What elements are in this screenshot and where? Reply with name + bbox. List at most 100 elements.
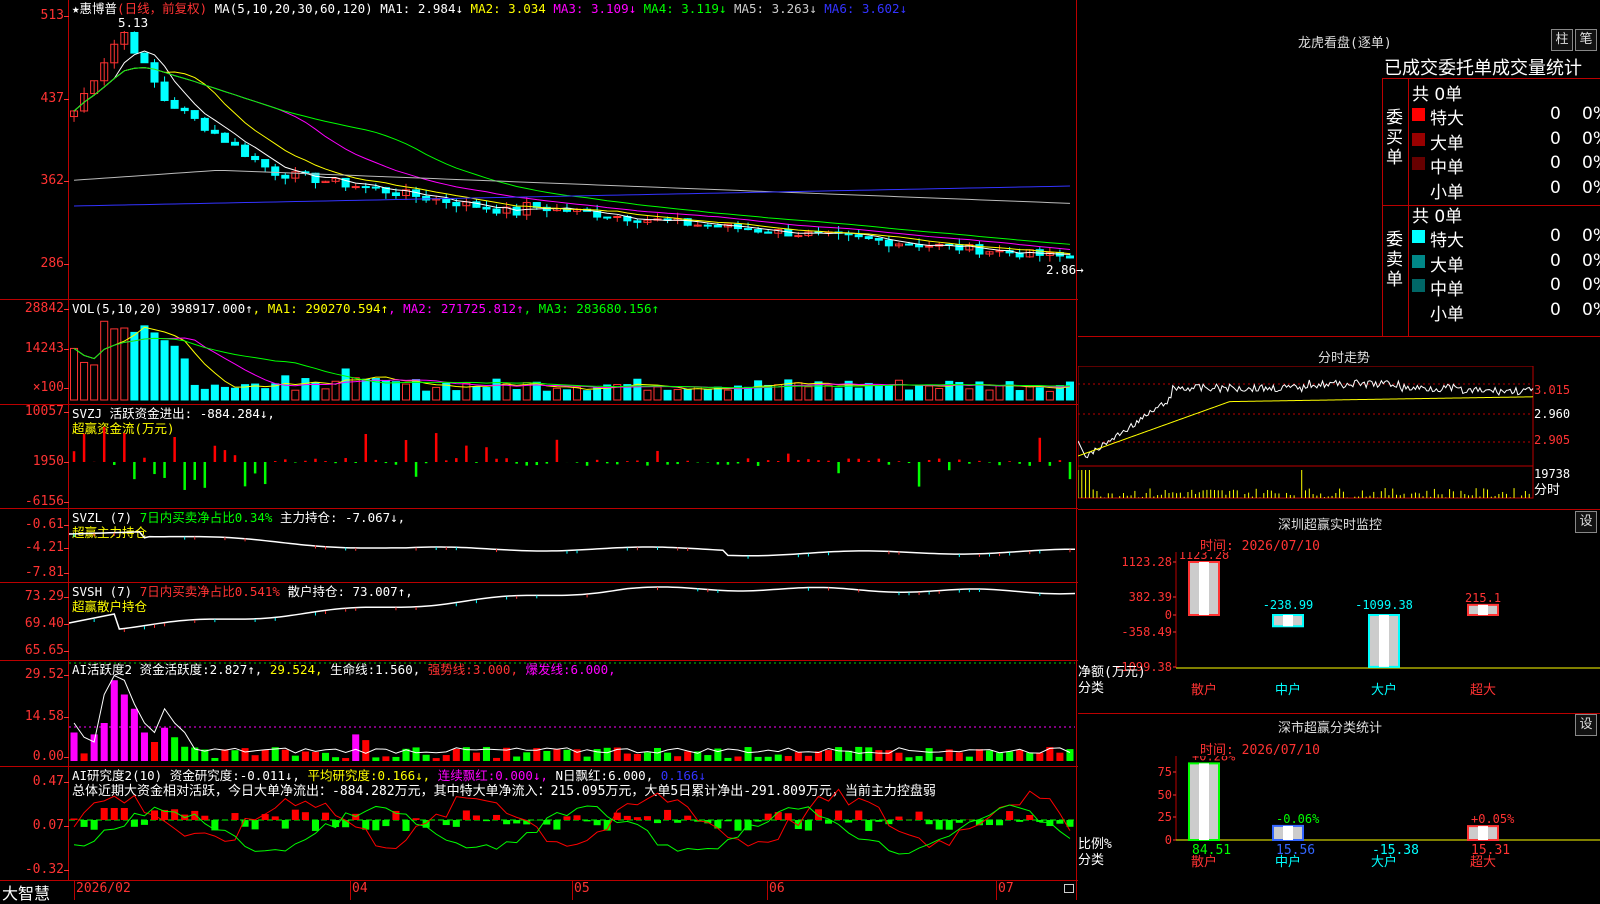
- candle[interactable]: [443, 194, 450, 209]
- svsh-chart[interactable]: [69, 583, 1075, 660]
- monitor-bar-label: 215.1: [1465, 591, 1501, 605]
- candle[interactable]: [211, 125, 218, 134]
- candle[interactable]: [171, 97, 178, 109]
- candle[interactable]: [966, 242, 973, 252]
- candle[interactable]: [151, 59, 158, 88]
- bar-mode-button[interactable]: 柱: [1551, 29, 1573, 51]
- candle[interactable]: [1036, 247, 1043, 261]
- candle[interactable]: [423, 190, 430, 202]
- candle[interactable]: [322, 181, 329, 183]
- candle[interactable]: [111, 40, 118, 69]
- chart-area[interactable]: ★惠博普(日线，前复权) MA(5,10,20,30,60,120) MA1: …: [0, 0, 1078, 900]
- y-tick: 73.29: [0, 589, 64, 604]
- candle[interactable]: [523, 197, 530, 220]
- lock-icon[interactable]: [1064, 884, 1074, 893]
- candle[interactable]: [201, 117, 208, 132]
- candle[interactable]: [221, 132, 228, 142]
- monitor-bar[interactable]: -1099.38: [1355, 598, 1413, 667]
- candle[interactable]: [463, 198, 470, 212]
- svzl-chart[interactable]: [69, 509, 1075, 582]
- volume-bar: [543, 391, 550, 400]
- activity-bar: [584, 757, 591, 761]
- order-row[interactable]: 特大00%: [1410, 226, 1600, 248]
- candle[interactable]: [1046, 247, 1053, 261]
- candle[interactable]: [845, 231, 852, 241]
- order-row[interactable]: 大单00%: [1410, 251, 1600, 273]
- candle[interactable]: [252, 153, 259, 162]
- y-tick: 0.47: [0, 774, 64, 789]
- monitor-settings-button[interactable]: 设: [1575, 511, 1597, 533]
- activity-bar: [543, 751, 550, 761]
- research-bar: [644, 816, 651, 820]
- order-row[interactable]: 大单00%: [1410, 129, 1600, 151]
- candle[interactable]: [282, 173, 289, 184]
- candle[interactable]: [352, 184, 359, 190]
- candlestick-chart[interactable]: [69, 14, 1075, 298]
- candle[interactable]: [926, 241, 933, 252]
- candle[interactable]: [493, 205, 500, 216]
- order-row[interactable]: 中单00%: [1410, 275, 1600, 297]
- activity-bar: [604, 748, 611, 761]
- candle[interactable]: [614, 215, 621, 222]
- order-row[interactable]: 小单00%: [1410, 300, 1600, 322]
- research-bar: [372, 820, 379, 830]
- candle[interactable]: [644, 216, 651, 225]
- monitor-bar[interactable]: 1123.28: [1179, 552, 1230, 615]
- candle[interactable]: [986, 251, 993, 257]
- candle[interactable]: [101, 58, 108, 85]
- candle[interactable]: [483, 201, 490, 213]
- ai-activity-chart[interactable]: [69, 661, 1075, 766]
- candle[interactable]: [231, 138, 238, 146]
- research-bar: [1056, 820, 1063, 824]
- ai-research-chart[interactable]: [69, 767, 1075, 880]
- candle[interactable]: [694, 222, 701, 227]
- candle[interactable]: [242, 142, 249, 157]
- classify-bar[interactable]: -15.38: [1372, 843, 1419, 858]
- order-row[interactable]: 特大00%: [1410, 104, 1600, 126]
- candle[interactable]: [181, 106, 188, 113]
- tick-mode-button[interactable]: 笔: [1575, 29, 1597, 51]
- activity-bar: [1026, 753, 1033, 761]
- classify-settings-button[interactable]: 设: [1575, 714, 1597, 736]
- y-tick: -0.61: [0, 517, 64, 532]
- candle[interactable]: [785, 224, 792, 236]
- candle[interactable]: [161, 76, 168, 101]
- candle[interactable]: [634, 219, 641, 229]
- candle[interactable]: [865, 236, 872, 240]
- classify-bar[interactable]: +0.05%15.31: [1468, 812, 1515, 858]
- candle[interactable]: [594, 205, 601, 221]
- volume-bar: [1026, 386, 1033, 400]
- candle[interactable]: [71, 110, 78, 122]
- activity-bar: [382, 756, 389, 761]
- candle[interactable]: [191, 110, 198, 121]
- svzj-chart[interactable]: [69, 405, 1075, 508]
- candle[interactable]: [604, 217, 611, 220]
- candle[interactable]: [936, 243, 943, 251]
- monitor-bar[interactable]: 215.1: [1465, 591, 1501, 615]
- candle[interactable]: [946, 243, 953, 249]
- monitor-bar-chart[interactable]: 1123.28382.390-358.49-1099.38净额(万元)分类散户中…: [1078, 552, 1600, 712]
- classify-bar[interactable]: -0.06%15.56: [1273, 812, 1320, 858]
- candle[interactable]: [875, 238, 882, 245]
- candle[interactable]: [1016, 249, 1023, 260]
- research-bar: [574, 815, 581, 820]
- candle[interactable]: [996, 245, 1003, 257]
- monitor-bar[interactable]: -238.99: [1263, 598, 1314, 626]
- intraday-chart[interactable]: 3.0152.9602.90519738分时: [1078, 366, 1600, 510]
- classify-bar-chart[interactable]: 7550250比例%分类散户中户大户超大+0.28%84.51-0.06%15.…: [1078, 756, 1600, 900]
- candle[interactable]: [121, 31, 128, 50]
- candle[interactable]: [895, 242, 902, 248]
- candle[interactable]: [262, 160, 269, 173]
- research-bar: [684, 816, 691, 820]
- volume-chart[interactable]: [69, 300, 1075, 404]
- order-row[interactable]: 小单00%: [1410, 178, 1600, 200]
- y-tick: 28842: [0, 301, 64, 316]
- classify-bar[interactable]: +0.28%84.51: [1189, 756, 1236, 858]
- candle[interactable]: [543, 204, 550, 217]
- activity-bar: [433, 758, 440, 761]
- candle[interactable]: [976, 241, 983, 258]
- order-row[interactable]: 中单00%: [1410, 153, 1600, 175]
- candle[interactable]: [141, 53, 148, 63]
- candle[interactable]: [1056, 250, 1063, 262]
- candle[interactable]: [131, 31, 138, 53]
